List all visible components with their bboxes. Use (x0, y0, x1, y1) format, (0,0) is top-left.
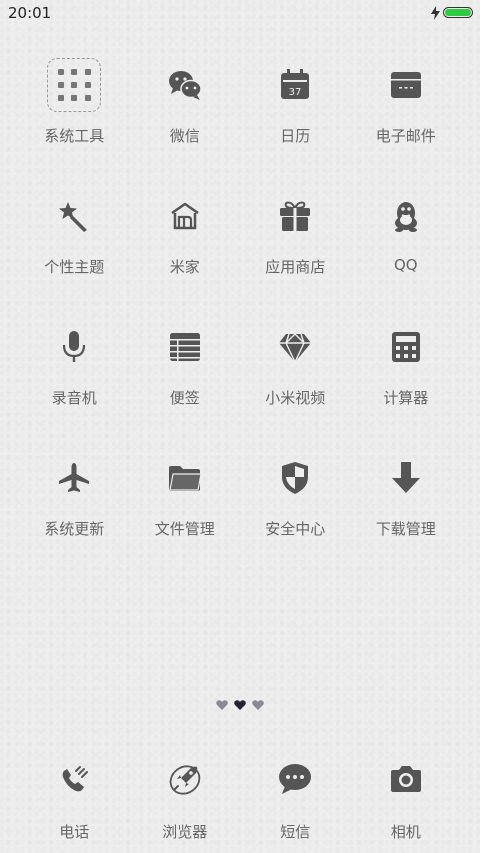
status-time: 20:01 (8, 4, 52, 22)
gift-icon (267, 188, 323, 244)
svg-text:37: 37 (289, 87, 302, 98)
dock-app-phone[interactable]: 电话 (19, 751, 130, 842)
app-label: 系统更新 (44, 520, 105, 538)
page-indicator[interactable] (0, 699, 480, 711)
charging-bolt-icon (431, 6, 440, 20)
folder-open-icon (157, 450, 213, 506)
notes-icon (157, 319, 213, 375)
calculator-icon (378, 319, 434, 375)
qq-penguin-icon (378, 188, 434, 244)
phone-icon (46, 751, 102, 807)
app-file-manager[interactable]: 文件管理 (130, 450, 241, 581)
app-label: 小米视频 (265, 389, 326, 407)
wechat-icon (157, 57, 213, 113)
app-label: 米家 (169, 258, 200, 276)
app-label: 系统工具 (44, 127, 105, 145)
app-recorder[interactable]: 录音机 (19, 319, 130, 450)
app-mi-video[interactable]: 小米视频 (240, 319, 351, 450)
mail-icon (378, 57, 434, 113)
app-wechat[interactable]: 微信 (130, 57, 241, 188)
app-grid: 系统工具 微信 37 日历 电子邮件 个性主题 米家 应用商店 QQ 录音机 便… (19, 57, 461, 581)
app-label: 录音机 (51, 389, 97, 407)
app-email[interactable]: 电子邮件 (351, 57, 462, 188)
app-label: 个性主题 (44, 258, 105, 276)
app-mi-home[interactable]: 米家 (130, 188, 241, 319)
page-dot-heart-active-icon[interactable] (234, 699, 246, 711)
diamond-icon (267, 319, 323, 375)
app-label: 文件管理 (154, 520, 215, 538)
dock: 电话 浏览器 短信 相机 (19, 751, 461, 842)
folder-icon (46, 57, 102, 113)
battery-icon (443, 7, 473, 18)
shield-icon (267, 450, 323, 506)
app-notes[interactable]: 便签 (130, 319, 241, 450)
app-system-tools[interactable]: 系统工具 (19, 57, 130, 188)
airplane-icon (46, 450, 102, 506)
app-system-update[interactable]: 系统更新 (19, 450, 130, 581)
dock-app-browser[interactable]: 浏览器 (130, 751, 241, 842)
message-bubble-icon (267, 751, 323, 807)
app-label: 短信 (280, 823, 311, 841)
status-bar: 20:01 (0, 0, 480, 28)
app-label: 浏览器 (162, 823, 208, 841)
dock-app-camera[interactable]: 相机 (351, 751, 462, 842)
app-qq[interactable]: QQ (351, 188, 462, 319)
app-label: 安全中心 (265, 520, 326, 538)
page-dot-heart-icon[interactable] (216, 699, 228, 711)
app-label: 相机 (390, 823, 421, 841)
microphone-icon (46, 319, 102, 375)
app-label: 下载管理 (375, 520, 436, 538)
app-security-center[interactable]: 安全中心 (240, 450, 351, 581)
battery-fill (445, 9, 471, 16)
app-label: 应用商店 (265, 258, 326, 276)
app-label: 电话 (59, 823, 90, 841)
app-label: 日历 (280, 127, 311, 145)
rocket-browser-icon (157, 751, 213, 807)
app-calculator[interactable]: 计算器 (351, 319, 462, 450)
page-dot-heart-icon[interactable] (252, 699, 264, 711)
app-label: 计算器 (383, 389, 429, 407)
app-label: 便签 (169, 389, 200, 407)
app-download-manager[interactable]: 下载管理 (351, 450, 462, 581)
app-calendar[interactable]: 37 日历 (240, 57, 351, 188)
app-store[interactable]: 应用商店 (240, 188, 351, 319)
app-label: QQ (393, 256, 418, 274)
camera-icon (378, 751, 434, 807)
magic-wand-icon (46, 188, 102, 244)
calendar-icon: 37 (267, 57, 323, 113)
mi-home-icon (157, 188, 213, 244)
dock-app-messages[interactable]: 短信 (240, 751, 351, 842)
app-label: 电子邮件 (375, 127, 436, 145)
app-label: 微信 (169, 127, 200, 145)
download-arrow-icon (378, 450, 434, 506)
app-themes[interactable]: 个性主题 (19, 188, 130, 319)
